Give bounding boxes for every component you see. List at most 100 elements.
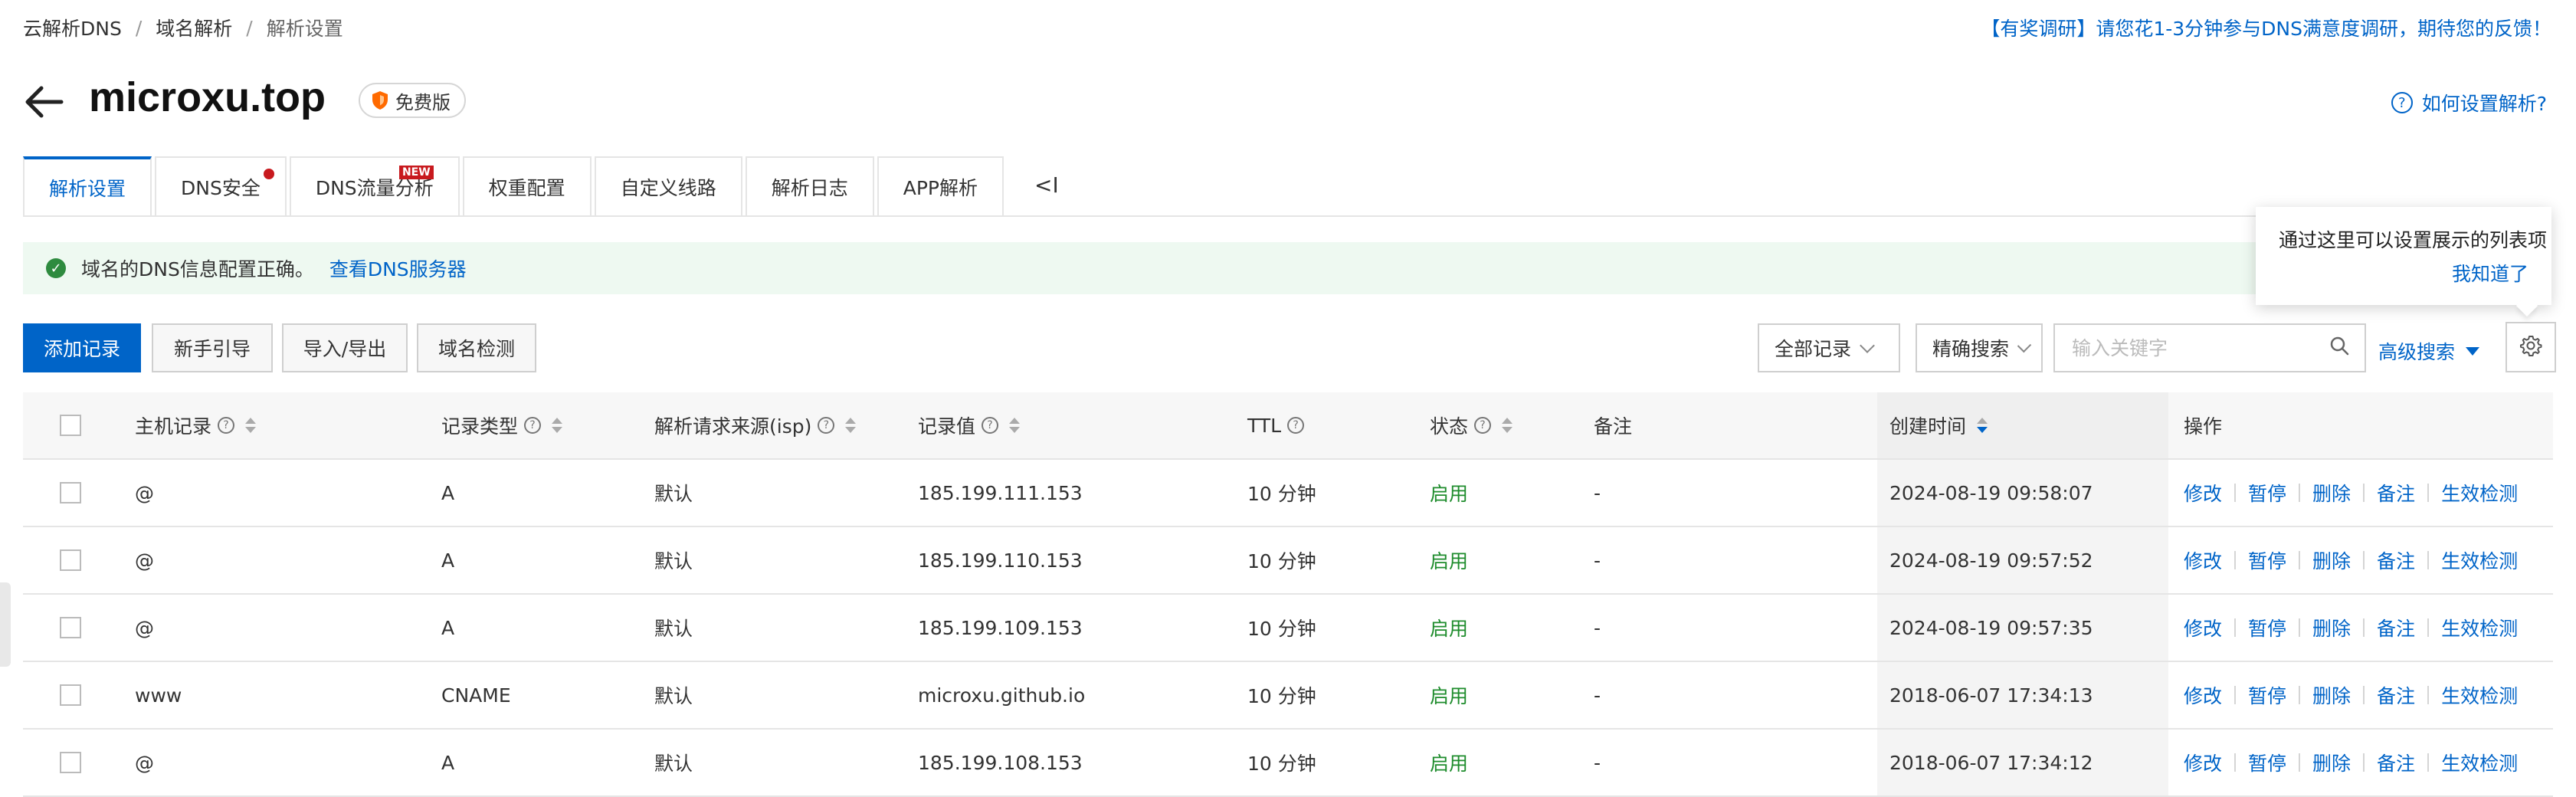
tabs-divider bbox=[23, 215, 2268, 217]
cell-isp: 默认 bbox=[654, 618, 693, 640]
action-edit-link[interactable]: 修改 bbox=[2184, 749, 2222, 776]
table-body: @ A 默认 185.199.111.153 10 分钟 启用 -2024-08-19 09… bbox=[23, 460, 2553, 797]
row-checkbox-cell bbox=[60, 595, 81, 661]
col-created[interactable]: 创建时间 bbox=[1889, 392, 1988, 458]
help-link[interactable]: ? 如何设置解析? bbox=[2391, 89, 2547, 116]
row-checkbox[interactable] bbox=[60, 617, 81, 638]
action-edit-link[interactable]: 修改 bbox=[2184, 546, 2222, 574]
sort-icon[interactable] bbox=[1977, 418, 1988, 433]
breadcrumb-item-current: 解析设置 bbox=[266, 18, 343, 40]
action-edit-link[interactable]: 修改 bbox=[2184, 614, 2222, 641]
sort-icon[interactable] bbox=[245, 418, 257, 433]
chevron-down-icon bbox=[2017, 338, 2032, 353]
cell-ttl: 10 分钟 bbox=[1247, 618, 1316, 640]
import-export-button[interactable]: 导入/导出 bbox=[282, 323, 408, 372]
cell-created: 2024-08-19 09:57:35 bbox=[1889, 616, 2093, 639]
action-verify-link[interactable]: 生效检测 bbox=[2441, 614, 2518, 641]
popover-arrow bbox=[2515, 294, 2538, 317]
col-isp[interactable]: 解析请求来源(isp) ? bbox=[654, 392, 857, 458]
breadcrumb-item-dns[interactable]: 云解析DNS bbox=[23, 14, 122, 41]
tab-app-resolve[interactable]: APP解析 bbox=[877, 156, 1004, 216]
cell-ttl: 10 分钟 bbox=[1247, 483, 1316, 505]
sort-icon[interactable] bbox=[1009, 418, 1021, 433]
tab-dns-settings[interactable]: 解析设置 bbox=[23, 156, 152, 216]
action-remark-link[interactable]: 备注 bbox=[2377, 479, 2415, 507]
row-checkbox[interactable] bbox=[60, 684, 81, 706]
action-edit-link[interactable]: 修改 bbox=[2184, 479, 2222, 507]
col-host[interactable]: 主机记录 ? bbox=[135, 392, 257, 458]
action-pause-link[interactable]: 暂停 bbox=[2248, 681, 2286, 709]
tab-dns-security[interactable]: DNS安全 bbox=[155, 156, 287, 216]
sort-icon[interactable] bbox=[845, 418, 857, 433]
tab-weight-config[interactable]: 权重配置 bbox=[462, 156, 592, 216]
record-filter-select[interactable]: 全部记录 bbox=[1758, 323, 1900, 372]
popover-ack-link[interactable]: 我知道了 bbox=[2452, 259, 2528, 287]
search-mode-value: 精确搜索 bbox=[1932, 338, 2010, 360]
select-all-checkbox-cell bbox=[60, 392, 81, 458]
select-all-checkbox[interactable] bbox=[60, 415, 81, 436]
column-settings-button[interactable] bbox=[2506, 322, 2556, 372]
action-delete-link[interactable]: 删除 bbox=[2312, 479, 2351, 507]
col-label: 备注 bbox=[1594, 415, 1633, 438]
add-record-button[interactable]: 添加记录 bbox=[23, 323, 141, 372]
view-dns-servers-link[interactable]: 查看DNS服务器 bbox=[329, 254, 467, 282]
cell-status: 启用 bbox=[1430, 550, 1469, 572]
tab-custom-lines[interactable]: 自定义线路 bbox=[594, 156, 742, 216]
tab-label: APP解析 bbox=[903, 177, 978, 199]
action-divider bbox=[2234, 753, 2237, 772]
action-verify-link[interactable]: 生效检测 bbox=[2441, 479, 2518, 507]
domain-check-button[interactable]: 域名检测 bbox=[417, 323, 536, 372]
cell-created: 2018-06-07 17:34:13 bbox=[1889, 684, 2093, 707]
table-row: @ A 默认 185.199.110.153 10 分钟 启用 - 2024-08-19 09… bbox=[23, 527, 2553, 595]
breadcrumb-item-domain[interactable]: 域名解析 bbox=[156, 14, 232, 41]
table-row: @ A 默认 185.199.111.153 10 分钟 启用 - 2024-08-19 09… bbox=[23, 460, 2553, 527]
search-input[interactable] bbox=[2070, 336, 2329, 360]
question-circle-icon[interactable]: ? bbox=[982, 417, 999, 434]
tab-dns-traffic[interactable]: DNS流量分析 NEW bbox=[289, 156, 460, 216]
action-remark-link[interactable]: 备注 bbox=[2377, 749, 2415, 776]
action-delete-link[interactable]: 删除 bbox=[2312, 681, 2351, 709]
action-verify-link[interactable]: 生效检测 bbox=[2441, 546, 2518, 574]
survey-link[interactable]: 【有奖调研】请您花1-3分钟参与DNS满意度调研，期待您的反馈！ bbox=[1981, 14, 2551, 41]
sort-icon[interactable] bbox=[1502, 418, 1513, 433]
question-circle-icon[interactable]: ? bbox=[818, 417, 835, 434]
advanced-search-toggle[interactable]: 高级搜索 bbox=[2378, 337, 2480, 365]
row-checkbox[interactable] bbox=[60, 482, 81, 503]
help-link-label: 如何设置解析? bbox=[2421, 93, 2547, 115]
side-drawer-handle[interactable] bbox=[0, 582, 11, 667]
action-delete-link[interactable]: 删除 bbox=[2312, 614, 2351, 641]
back-arrow-icon[interactable] bbox=[23, 80, 66, 123]
action-delete-link[interactable]: 删除 bbox=[2312, 546, 2351, 574]
action-verify-link[interactable]: 生效检测 bbox=[2441, 681, 2518, 709]
action-remark-link[interactable]: 备注 bbox=[2377, 681, 2415, 709]
action-verify-link[interactable]: 生效检测 bbox=[2441, 749, 2518, 776]
action-remark-link[interactable]: 备注 bbox=[2377, 546, 2415, 574]
guide-button[interactable]: 新手引导 bbox=[152, 323, 273, 372]
question-circle-icon[interactable]: ? bbox=[1474, 417, 1492, 434]
col-status[interactable]: 状态 ? bbox=[1430, 392, 1513, 458]
search-icon[interactable] bbox=[2329, 336, 2349, 360]
row-checkbox[interactable] bbox=[60, 549, 81, 571]
question-circle-icon[interactable]: ? bbox=[1287, 417, 1305, 434]
action-edit-link[interactable]: 修改 bbox=[2184, 681, 2222, 709]
cell-host: @ bbox=[135, 751, 154, 774]
tab-resolve-log[interactable]: 解析日志 bbox=[745, 156, 874, 216]
shield-icon bbox=[371, 90, 389, 110]
cell-status: 启用 bbox=[1430, 483, 1469, 505]
action-pause-link[interactable]: 暂停 bbox=[2248, 546, 2286, 574]
action-delete-link[interactable]: 删除 bbox=[2312, 749, 2351, 776]
action-pause-link[interactable]: 暂停 bbox=[2248, 614, 2286, 641]
search-mode-select[interactable]: 精确搜索 bbox=[1916, 323, 2043, 372]
question-circle-icon[interactable]: ? bbox=[524, 417, 542, 434]
col-label: 主机记录 bbox=[135, 415, 212, 438]
tabs-collapse-icon[interactable]: <I bbox=[1034, 172, 1059, 198]
question-circle-icon[interactable]: ? bbox=[218, 417, 235, 434]
col-type[interactable]: 记录类型 ? bbox=[441, 392, 563, 458]
row-checkbox[interactable] bbox=[60, 752, 81, 773]
action-divider bbox=[2299, 618, 2301, 637]
sort-icon[interactable] bbox=[552, 418, 563, 433]
action-pause-link[interactable]: 暂停 bbox=[2248, 749, 2286, 776]
col-value[interactable]: 记录值 ? bbox=[918, 392, 1021, 458]
action-remark-link[interactable]: 备注 bbox=[2377, 614, 2415, 641]
action-pause-link[interactable]: 暂停 bbox=[2248, 479, 2286, 507]
